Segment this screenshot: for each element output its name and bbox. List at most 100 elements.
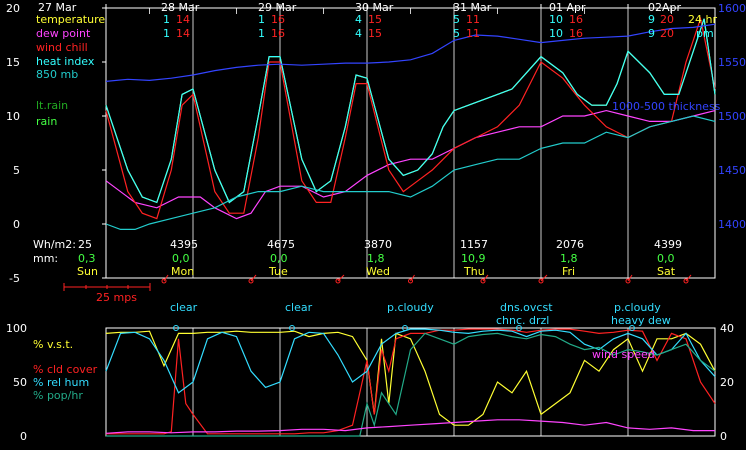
daily-temp-max: 16 — [569, 27, 583, 40]
legend-thickness: 1000-500 thickness — [612, 100, 721, 113]
y-right-tick-label: 1550 — [718, 56, 746, 69]
daily-temp-min: 5 — [453, 13, 460, 26]
wind-barbs — [161, 274, 692, 284]
wh-value: 2076 — [556, 238, 584, 251]
y-right-tick-label: 1500 — [718, 110, 746, 123]
mm-value: 1,8 — [560, 252, 578, 265]
daily-temp-max: 11 — [466, 13, 480, 26]
daily-temp-max: 16 — [569, 13, 583, 26]
y-tick-label: 5 — [13, 164, 20, 177]
sky-label: clear — [170, 301, 198, 314]
wind-scale: 25 mps — [63, 283, 151, 304]
day-label: Mon — [171, 265, 194, 278]
series-line-wind-chill — [105, 16, 716, 220]
meteogram-svg: 20151050-5160015501500145014001005004020… — [6, 1, 746, 443]
wh-value: 4675 — [267, 238, 295, 251]
daily-temp-max: 16 — [271, 13, 285, 26]
wh-value: 4395 — [170, 238, 198, 251]
day-label: Tue — [268, 265, 288, 278]
daily-temp-max: 20 — [660, 13, 674, 26]
daily-temp-min: 4 — [355, 27, 362, 40]
daily-temp-max: 14 — [176, 13, 190, 26]
sky-conditions: clear clear p.cloudy dns.ovcst chnc. drz… — [170, 301, 671, 331]
daily-temp-min: 4 — [355, 13, 362, 26]
top-grid — [149, 8, 672, 278]
daily-temp-min: 1 — [163, 27, 170, 40]
wh-value: 1157 — [460, 238, 488, 251]
sky-label: dns.ovcst — [500, 301, 553, 314]
series-line-dew-point — [105, 109, 716, 220]
legend-lt-rain: lt.rain — [36, 99, 68, 112]
legend-pop-hr: % pop/hr — [33, 389, 83, 402]
legend-rain: rain — [36, 115, 57, 128]
sky-label: chnc. drzl — [496, 314, 549, 327]
daily-temp-min: 9 — [648, 13, 655, 26]
day-label: Wed — [366, 265, 390, 278]
day-label: Fri — [562, 265, 575, 278]
axis-ticks: 20151050-5160015501500145014001005004020… — [6, 2, 746, 443]
legend-wind-speed: wind speed — [592, 348, 655, 361]
top-series — [105, 16, 716, 230]
daily-temp-max: 20 — [660, 27, 674, 40]
y-tick-label: 50 — [13, 376, 27, 389]
sky-label: p.cloudy — [614, 301, 661, 314]
daily-temp-min: 1 — [258, 27, 265, 40]
series-line-cld-cover — [106, 328, 716, 435]
y-tick-label: 20 — [6, 2, 20, 15]
wh-label: Wh/m2: — [33, 238, 76, 251]
bottom-series — [105, 328, 716, 437]
series-line-1000-500-thickness — [105, 23, 716, 82]
daily-temp-max: 14 — [176, 27, 190, 40]
y-tick-label: 0 — [20, 430, 27, 443]
legend-heat-index: heat index — [36, 55, 95, 68]
legend-temperature: temperature — [36, 13, 105, 26]
daily-temp-min: 1 — [163, 13, 170, 26]
y-right-tick-label: 1600 — [718, 2, 746, 15]
sky-label: clear — [285, 301, 313, 314]
daily-temp-min: 9 — [648, 27, 655, 40]
daily-temp-min: 5 — [453, 27, 460, 40]
daily-temps: 1 14 1 14 1 16 1 16 4 15 4 15 5 11 5 11 … — [163, 13, 717, 40]
mm-value: 0,0 — [657, 252, 675, 265]
y-tick-label: 10 — [6, 110, 20, 123]
sky-label: p.cloudy — [387, 301, 434, 314]
mm-value: 0,3 — [78, 252, 96, 265]
day-label: Sun — [77, 265, 98, 278]
mm-value: 0,0 — [270, 252, 288, 265]
mm-value: 10,9 — [461, 252, 486, 265]
day-label: Thu — [463, 265, 485, 278]
hour-label-24hr: 24 hr — [688, 13, 717, 26]
y-tick-label: 15 — [6, 56, 20, 69]
daily-temp-max: 16 — [271, 27, 285, 40]
wh-value: 3870 — [364, 238, 392, 251]
mm-value: 1,8 — [367, 252, 385, 265]
legend-rel-hum: % rel hum — [33, 376, 89, 389]
wh-value: 25 — [78, 238, 92, 251]
daily-temp-min: 10 — [549, 27, 563, 40]
y-tick-label: 100 — [6, 322, 27, 335]
legend-vst: % v.s.t. — [33, 338, 73, 351]
daily-temp-max: 11 — [466, 27, 480, 40]
daily-temp-min: 1 — [258, 13, 265, 26]
day-label: Sat — [657, 265, 676, 278]
y-right-tick-label: 0 — [720, 430, 727, 443]
series-line-v-s-t — [105, 330, 716, 426]
y-right-tick-label: 40 — [720, 322, 734, 335]
y-right-tick-label: 1450 — [718, 164, 746, 177]
wh-value: 4399 — [654, 238, 682, 251]
mm-label: mm: — [33, 252, 58, 265]
daily-temp-max: 15 — [368, 27, 382, 40]
meteogram: 20 15 10 5 0 -5 1600 1550 1500 1450 1400 100 50 0 40 20… — [0, 0, 746, 446]
series-line-wind-speed — [105, 419, 715, 434]
y-right-tick-label: 1400 — [718, 218, 746, 231]
wind-scale-label: 25 mps — [96, 291, 137, 304]
legend-850mb: 850 mb — [36, 68, 78, 81]
bottom-grid — [192, 328, 629, 436]
daily-summary: Wh/m2: mm: 25 0,3 Sun 4395 0,0 Mon 4675 … — [33, 238, 682, 278]
y-tick-label: 0 — [13, 218, 20, 231]
legend-dew-point: dew point — [36, 27, 91, 40]
bottom-legend: % v.s.t. % cld cover % rel hum % pop/hr … — [33, 338, 655, 402]
daily-temp-min: 10 — [549, 13, 563, 26]
mm-value: 0,0 — [172, 252, 190, 265]
daily-temp-max: 15 — [368, 13, 382, 26]
